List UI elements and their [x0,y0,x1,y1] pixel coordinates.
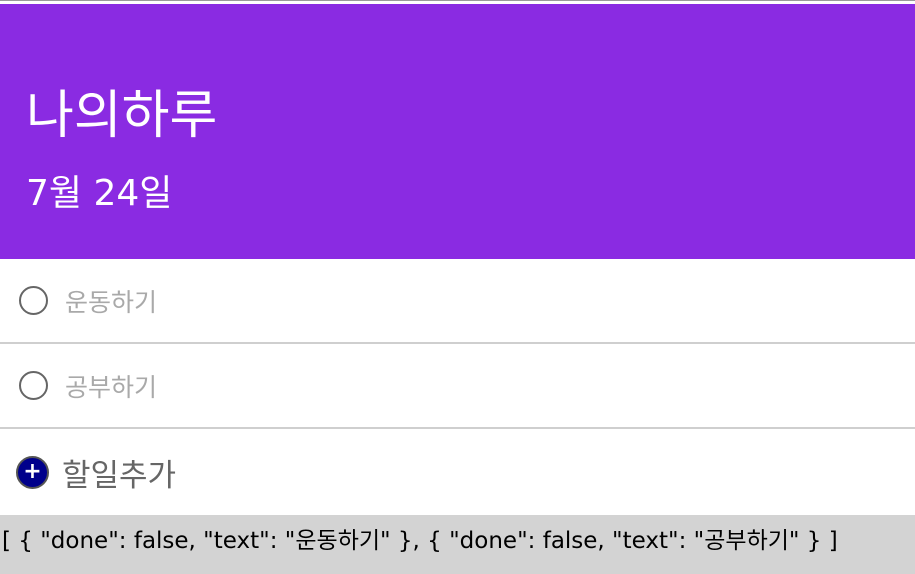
date-label: 7월 24일 [26,173,173,214]
json-output: [ { "done": false, "text": "운동하기" }, { "… [0,515,915,574]
todo-text[interactable]: 운동하기 [65,283,157,319]
add-todo-button[interactable]: + 할일추가 [0,429,915,515]
plus-icon[interactable]: + [16,455,49,489]
todo-item: 운동하기 [0,259,915,344]
header: 나의하루 7월 24일 [0,4,915,259]
checkbox-circle-icon[interactable] [19,286,48,315]
todo-list: 운동하기 공부하기 [0,259,915,429]
add-todo-label[interactable]: 할일추가 [62,450,176,495]
todo-text[interactable]: 공부하기 [65,368,157,404]
checkbox-circle-icon[interactable] [19,371,48,400]
page-title: 나의하루 [26,86,218,146]
todo-item: 공부하기 [0,344,915,429]
